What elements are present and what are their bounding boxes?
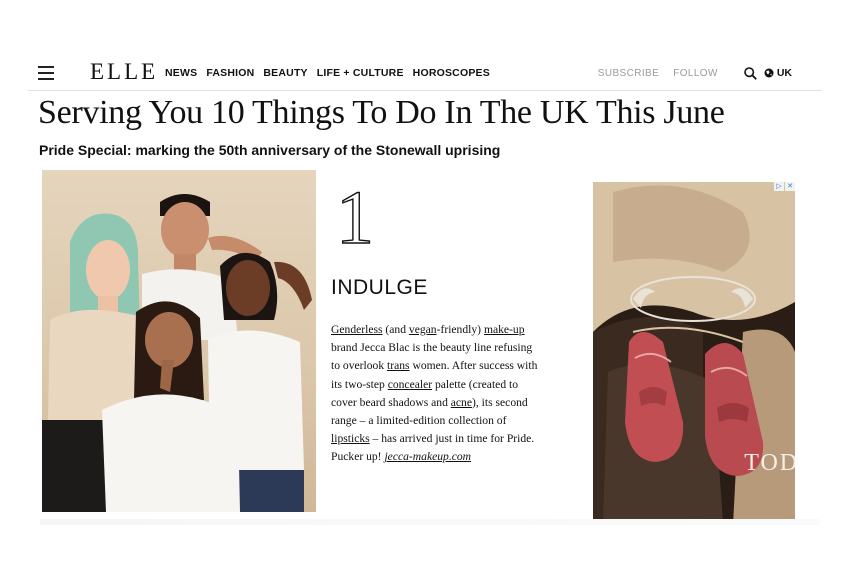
- article-headline: Serving You 10 Things To Do In The UK Th…: [38, 94, 725, 131]
- region-selector[interactable]: UK: [764, 67, 792, 79]
- nav-life-culture[interactable]: LIFE + CULTURE: [317, 67, 404, 79]
- nav-fashion[interactable]: FASHION: [206, 67, 254, 79]
- follow-link[interactable]: FOLLOW: [673, 68, 718, 79]
- tods-advertisement[interactable]: TOD'S ▷ ✕: [593, 182, 795, 525]
- article-body: Genderless (and vegan-friendly) make-up …: [331, 321, 541, 467]
- nav-news[interactable]: NEWS: [165, 67, 197, 79]
- nav-beauty[interactable]: BEAUTY: [263, 67, 307, 79]
- group-portrait-image: [42, 194, 312, 512]
- site-header: ELLE NEWS FASHION BEAUTY LIFE + CULTURE …: [28, 57, 822, 91]
- elle-logo[interactable]: ELLE: [90, 59, 158, 85]
- link-vegan[interactable]: vegan: [409, 323, 437, 336]
- ad-choices-badge[interactable]: ▷ ✕: [774, 182, 795, 191]
- nav-horoscopes[interactable]: HOROSCOPES: [413, 67, 490, 79]
- link-acne[interactable]: acne: [451, 396, 472, 409]
- article-dek: Pride Special: marking the 50th annivers…: [39, 142, 501, 158]
- link-concealer[interactable]: concealer: [388, 378, 432, 391]
- link-genderless[interactable]: Genderless: [331, 323, 383, 336]
- body-text-run: (and: [382, 323, 409, 336]
- item-number: 1: [335, 176, 374, 260]
- body-text-run: -friendly): [436, 323, 484, 336]
- close-icon[interactable]: ✕: [785, 182, 795, 191]
- subscribe-link[interactable]: SUBSCRIBE: [598, 68, 659, 79]
- page-divider: [40, 519, 820, 525]
- link-make-up[interactable]: make-up: [484, 323, 525, 336]
- link-jecca-makeup[interactable]: jecca-makeup.com: [384, 450, 471, 463]
- region-label: UK: [776, 67, 792, 79]
- link-lipsticks[interactable]: lipsticks: [331, 432, 370, 445]
- search-icon[interactable]: [744, 67, 757, 80]
- globe-icon: [764, 68, 774, 78]
- adchoices-icon[interactable]: ▷: [774, 182, 784, 191]
- header-utilities: SUBSCRIBE FOLLOW UK: [598, 67, 792, 80]
- link-trans[interactable]: trans: [387, 359, 410, 372]
- menu-icon[interactable]: [38, 66, 54, 80]
- section-title: INDULGE: [331, 276, 428, 299]
- article-photo: [42, 170, 316, 512]
- main-nav: NEWS FASHION BEAUTY LIFE + CULTURE HOROS…: [165, 67, 490, 79]
